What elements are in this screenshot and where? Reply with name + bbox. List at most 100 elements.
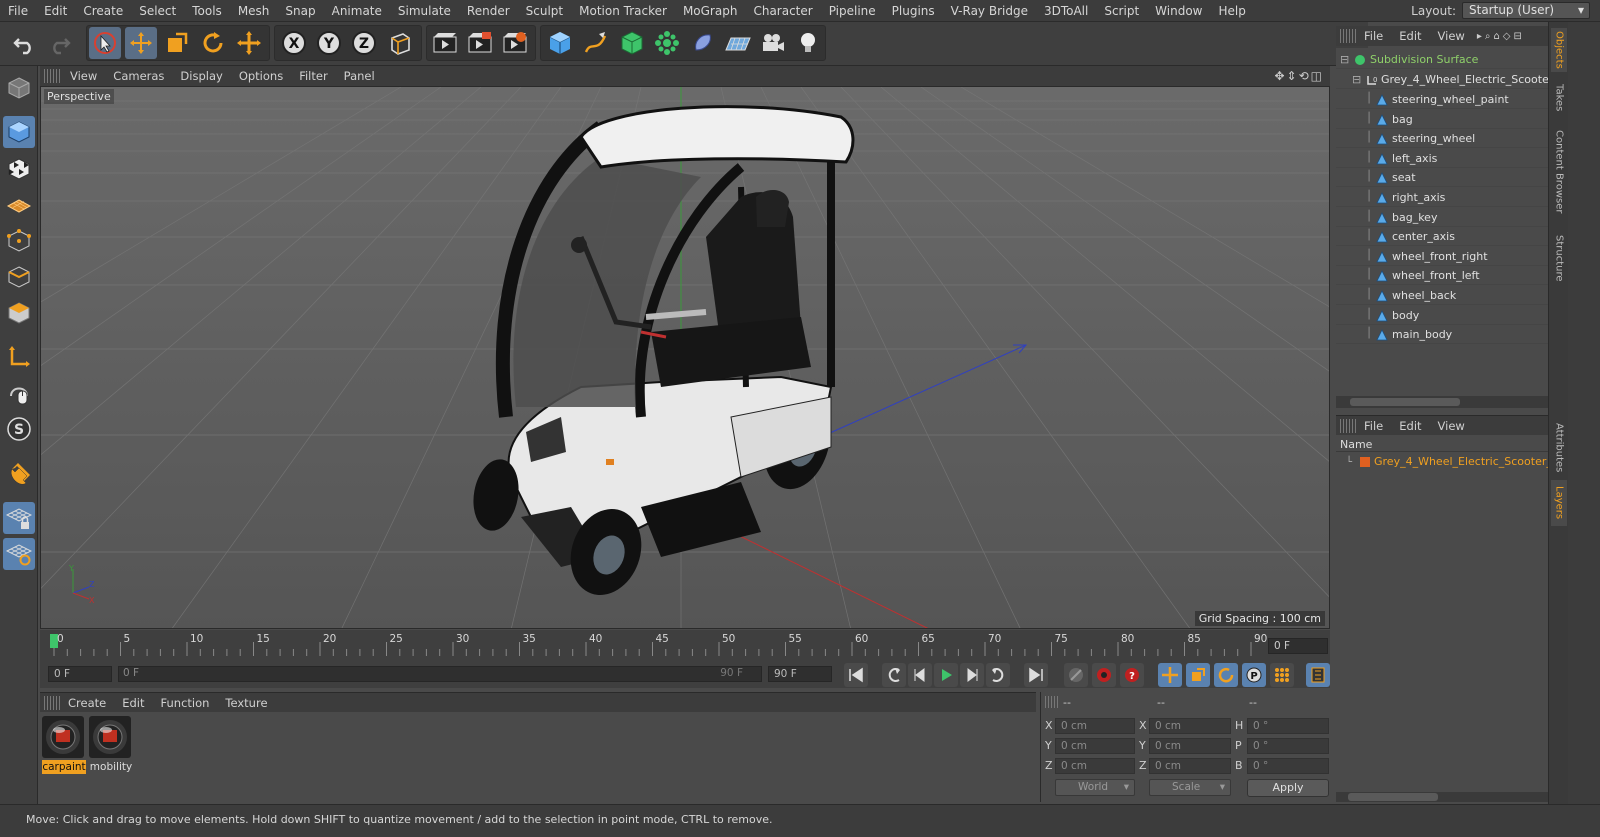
play-icon[interactable] — [934, 663, 958, 687]
viewport-menu-options[interactable]: Options — [231, 69, 291, 83]
menu-sculpt[interactable]: Sculpt — [518, 4, 571, 18]
object-tree-scrollbar[interactable] — [1336, 396, 1548, 408]
workplane-align-icon[interactable] — [3, 538, 35, 570]
layer-color-swatch[interactable] — [1360, 457, 1370, 467]
material-item[interactable]: carpaint — [42, 716, 86, 774]
previous-frame-icon[interactable] — [908, 663, 932, 687]
go-to-start-icon[interactable] — [844, 663, 868, 687]
solo-mode-icon[interactable]: S — [3, 413, 35, 445]
menu-plugins[interactable]: Plugins — [884, 4, 943, 18]
menu-help[interactable]: Help — [1210, 4, 1253, 18]
size-mode-dropdown[interactable]: Scale — [1149, 779, 1231, 796]
timeline-window-icon[interactable] — [1306, 663, 1330, 687]
tab-structure[interactable]: Structure — [1551, 228, 1567, 288]
object-row[interactable]: │ wheel_back — [1336, 286, 1548, 305]
viewport-menu-view[interactable]: View — [62, 69, 105, 83]
size-y-field[interactable]: 0 cm — [1149, 738, 1231, 754]
rotation-b-field[interactable]: 0 ° — [1247, 758, 1329, 774]
camera-icon[interactable] — [757, 27, 789, 59]
key-parameter-icon[interactable]: P — [1242, 663, 1266, 687]
viewport-menu-panel[interactable]: Panel — [336, 69, 383, 83]
object-row-group[interactable]: ⊟ 0 Grey_4_Wheel_Electric_Scooter_Af — [1336, 70, 1548, 89]
scale-tool-icon[interactable] — [161, 27, 193, 59]
material-menu-texture[interactable]: Texture — [217, 696, 275, 710]
size-x-field[interactable]: 0 cm — [1149, 718, 1231, 734]
rotation-p-field[interactable]: 0 ° — [1247, 738, 1329, 754]
menu-file[interactable]: File — [0, 4, 36, 18]
edges-mode-icon[interactable] — [3, 261, 35, 293]
object-row[interactable]: │ main_body — [1336, 325, 1548, 345]
cloner-icon[interactable] — [651, 27, 683, 59]
menu-mograph[interactable]: MoGraph — [675, 4, 746, 18]
key-position-icon[interactable] — [1158, 663, 1182, 687]
tab-attributes[interactable]: Attributes — [1551, 420, 1567, 476]
object-row-subdivision-surface[interactable]: ⊟ Subdivision Surface — [1336, 50, 1548, 69]
object-manager-tools-icons[interactable]: ▸⌕⌂◇⊟ — [1477, 31, 1525, 42]
collapse-icon[interactable]: ⊟ — [1352, 73, 1361, 86]
rotate-tool-icon[interactable] — [197, 27, 229, 59]
key-rotation-icon[interactable] — [1214, 663, 1238, 687]
subdivision-surface-icon[interactable] — [616, 27, 648, 59]
menu-3dtoall[interactable]: 3DToAll — [1036, 4, 1096, 18]
polygons-mode-icon[interactable] — [3, 297, 35, 329]
grip-icon[interactable] — [1340, 29, 1356, 43]
menu-select[interactable]: Select — [131, 4, 184, 18]
tab-objects[interactable]: Objects — [1551, 28, 1567, 72]
tweak-mode-icon[interactable] — [3, 377, 35, 409]
object-menu-view[interactable]: View — [1430, 29, 1473, 43]
deformer-icon[interactable] — [687, 27, 719, 59]
floor-object-icon[interactable] — [722, 27, 754, 59]
recent-tool-icon[interactable] — [233, 27, 265, 59]
menu-vray-bridge[interactable]: V-Ray Bridge — [943, 4, 1036, 18]
live-selection-icon[interactable] — [89, 27, 121, 59]
menu-window[interactable]: Window — [1147, 4, 1210, 18]
menu-motion-tracker[interactable]: Motion Tracker — [571, 4, 675, 18]
object-row[interactable]: │ bag — [1336, 110, 1548, 129]
timeline-ruler[interactable]: 0 5 10 15 20 25 30 35 40 45 50 55 60 65 70 75 80 85 90 — [40, 630, 1330, 660]
layer-menu-view[interactable]: View — [1430, 419, 1473, 433]
collapse-icon[interactable]: ⊟ — [1340, 53, 1349, 66]
object-row[interactable]: │ wheel_front_left — [1336, 266, 1548, 286]
object-row[interactable]: │ body — [1336, 306, 1548, 325]
menu-tools[interactable]: Tools — [184, 4, 230, 18]
grip-icon[interactable] — [44, 695, 60, 710]
apply-button[interactable]: Apply — [1247, 779, 1329, 797]
object-menu-edit[interactable]: Edit — [1391, 29, 1429, 43]
object-row[interactable]: │ center_axis — [1336, 227, 1548, 247]
z-axis-lock-icon[interactable]: Z — [348, 27, 380, 59]
viewport-menu-display[interactable]: Display — [172, 69, 230, 83]
end-frame-field[interactable]: 90 F — [768, 666, 832, 682]
current-frame-field[interactable]: 0 F — [1268, 638, 1328, 654]
size-z-field[interactable]: 0 cm — [1149, 758, 1231, 774]
grip-icon[interactable] — [1340, 418, 1356, 433]
layer-row[interactable]: └ Grey_4_Wheel_Electric_Scooter_Af — [1336, 453, 1563, 471]
snap-magnet-icon[interactable] — [3, 458, 35, 490]
position-y-field[interactable]: 0 cm — [1055, 738, 1135, 754]
menu-animate[interactable]: Animate — [324, 4, 390, 18]
object-row[interactable]: │ right_axis — [1336, 188, 1548, 207]
next-frame-icon[interactable] — [960, 663, 984, 687]
position-x-field[interactable]: 0 cm — [1055, 718, 1135, 734]
previous-key-icon[interactable] — [882, 663, 906, 687]
rotation-h-field[interactable]: 0 ° — [1247, 718, 1329, 734]
menu-script[interactable]: Script — [1096, 4, 1147, 18]
object-row[interactable]: │ wheel_front_right — [1336, 247, 1548, 266]
workplane-lock-icon[interactable] — [3, 502, 35, 534]
light-icon[interactable] — [792, 27, 824, 59]
object-row[interactable]: │ steering_wheel — [1336, 129, 1548, 149]
autokey-icon[interactable]: ? — [1120, 663, 1144, 687]
grip-icon[interactable] — [44, 69, 62, 83]
workplane-mode-icon[interactable] — [3, 189, 35, 221]
cube-object-icon[interactable] — [544, 27, 576, 59]
viewport-menu-filter[interactable]: Filter — [291, 69, 335, 83]
x-axis-lock-icon[interactable]: X — [278, 27, 310, 59]
coordinate-space-dropdown[interactable]: World — [1055, 779, 1135, 796]
viewport-nav-icons[interactable]: ✥⇕⟲◫ — [1274, 69, 1324, 83]
material-menu-function[interactable]: Function — [153, 696, 218, 710]
go-to-end-icon[interactable] — [1024, 663, 1048, 687]
key-pla-icon[interactable] — [1270, 663, 1294, 687]
object-row[interactable]: │ left_axis — [1336, 149, 1548, 168]
object-row[interactable]: │ steering_wheel_paint — [1336, 90, 1548, 109]
spline-pen-icon[interactable] — [580, 27, 612, 59]
material-menu-create[interactable]: Create — [60, 696, 114, 710]
